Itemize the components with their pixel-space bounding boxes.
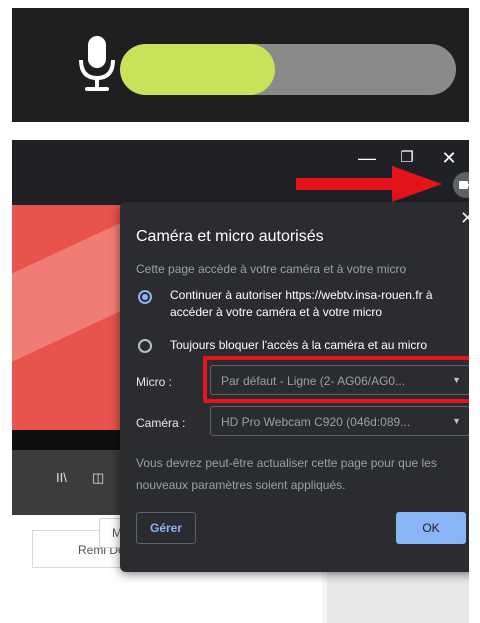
refresh-notice: Vous devrez peut-être actualiser cette p… [136, 456, 437, 492]
microphone-icon [79, 36, 115, 91]
ok-button[interactable]: OK [396, 512, 466, 544]
block-radio[interactable] [138, 339, 152, 353]
allow-option-label[interactable]: Continuer à autoriser https://webtv.insa… [170, 287, 469, 321]
mic-level-panel [12, 8, 469, 122]
dialog-close-icon[interactable]: ✕ [460, 208, 469, 229]
block-option-label[interactable]: Toujours bloquer l'accès à la caméra et … [170, 337, 469, 354]
manage-button[interactable]: Gérer [136, 512, 196, 544]
camera-in-use-indicator[interactable] [453, 172, 469, 198]
mic-level-meter [120, 44, 456, 95]
micro-label: Micro : [136, 375, 172, 389]
browser-window: — ❐ ✕ II\ ◫ Remi De Modifier c [12, 140, 469, 623]
mic-level-fill [120, 44, 275, 95]
red-arrow-annotation [296, 166, 442, 202]
camera-select[interactable]: HD Pro Webcam C920 (046d:089... ▼ [210, 406, 469, 436]
allow-radio[interactable] [138, 290, 152, 304]
chevron-down-icon: ▼ [452, 416, 461, 426]
stats-icon[interactable]: II\ [56, 470, 67, 485]
title-bar: — ❐ ✕ [12, 140, 469, 205]
micro-highlight-annotation [203, 356, 469, 403]
camera-label: Caméra : [136, 416, 186, 430]
dialog-title: Caméra et micro autorisés [136, 228, 324, 245]
video-camera-icon [459, 181, 469, 189]
camera-mic-permission-dialog: ✕ Caméra et micro autorisés Cette page a… [120, 202, 469, 572]
layout-icon[interactable]: ◫ [92, 470, 104, 486]
dialog-subtitle: Cette page accède à votre caméra et à vo… [136, 262, 407, 276]
video-preview [12, 205, 122, 430]
video-controls: II\ ◫ [12, 450, 122, 515]
camera-select-value: HD Pro Webcam C920 (046d:089... [221, 415, 411, 429]
